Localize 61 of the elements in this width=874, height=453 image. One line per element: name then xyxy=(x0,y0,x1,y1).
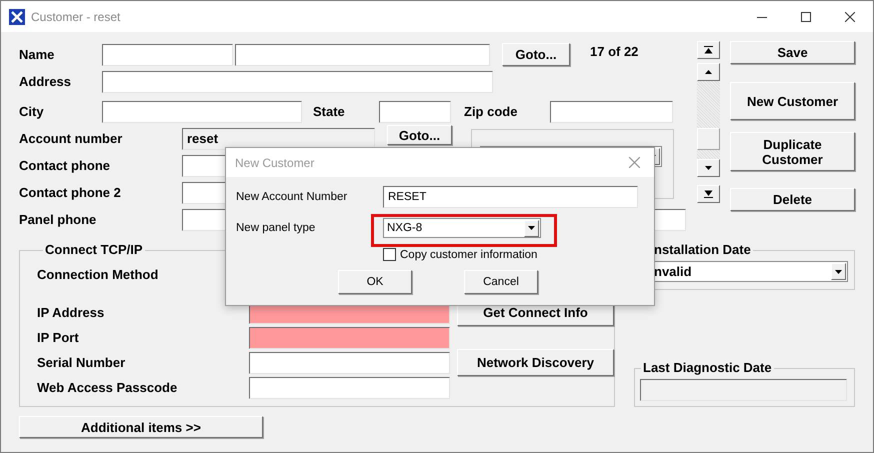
group-title: Connect TCP/IP xyxy=(44,243,144,257)
address-field[interactable] xyxy=(102,70,493,92)
field-label: IP Port xyxy=(37,330,80,345)
state-label: State xyxy=(313,104,346,119)
copy-customer-information-label: Copy customer information xyxy=(400,248,538,260)
action-button[interactable]: Save xyxy=(730,41,855,64)
goto-button[interactable]: Goto... xyxy=(502,43,570,66)
zip-code-label: Zip code xyxy=(464,104,518,119)
connect-button[interactable]: Network Discovery xyxy=(457,349,614,376)
city-field[interactable] xyxy=(102,100,302,122)
app-icon xyxy=(9,8,25,24)
field-label: IP Address xyxy=(37,305,106,320)
city-label: City xyxy=(19,104,45,119)
down-arrow-icon xyxy=(705,166,712,170)
action-button[interactable]: Duplicate Customer xyxy=(730,132,855,171)
previous-record-button[interactable] xyxy=(697,63,720,81)
zip-code-field[interactable] xyxy=(550,100,673,122)
maximize-icon[interactable] xyxy=(801,12,811,22)
first-name-field[interactable] xyxy=(102,44,233,66)
account-number-label: Account number xyxy=(19,131,124,146)
additional-items-button[interactable]: Additional items >> xyxy=(19,416,263,438)
panel-type-dropdown[interactable]: NXG-8 xyxy=(383,218,541,238)
window-title: Customer - reset xyxy=(31,10,120,24)
address-label: Address xyxy=(19,74,72,89)
action-button[interactable]: Delete xyxy=(730,188,855,211)
last-name-field[interactable] xyxy=(235,44,490,66)
field-label: Serial Number xyxy=(37,355,126,370)
panel-phone-label: Panel phone xyxy=(19,212,98,227)
action-button[interactable]: New Customer xyxy=(730,82,855,120)
account-number-field[interactable]: reset xyxy=(182,128,375,150)
contact-phone-2-label: Contact phone 2 xyxy=(19,185,122,200)
bar-up-arrow-icon xyxy=(704,46,713,54)
next-record-button[interactable] xyxy=(697,159,720,177)
dialog-button[interactable]: Cancel xyxy=(464,270,538,294)
connection-field[interactable] xyxy=(249,352,450,374)
close-icon[interactable] xyxy=(845,12,855,22)
copy-checkbox[interactable] xyxy=(383,248,396,261)
scroll-track xyxy=(697,150,720,159)
group-title: Last Diagnostic Date xyxy=(642,361,773,375)
up-arrow-icon xyxy=(705,70,712,74)
dialog-button[interactable]: OK xyxy=(338,270,412,294)
new-account-number-label: New Account Number xyxy=(236,191,348,203)
dialog-title: New Customer xyxy=(235,156,314,170)
bar-down-arrow-icon xyxy=(704,190,713,198)
last-record-button[interactable] xyxy=(697,185,720,203)
dropdown-arrow-icon xyxy=(528,226,535,230)
connection-method-label: Connection Method xyxy=(37,266,160,282)
record-position: 17 of 22 xyxy=(590,44,638,59)
group-title: nstallation Date xyxy=(653,243,752,257)
new-panel-type-label: New panel type xyxy=(236,222,316,234)
contact-phone-label: Contact phone xyxy=(19,158,111,173)
first-record-button[interactable] xyxy=(697,41,720,59)
field-label: Web Access Passcode xyxy=(37,380,178,395)
connection-field[interactable] xyxy=(249,376,450,398)
name-label: Name xyxy=(19,47,56,62)
dropdown-arrow-icon xyxy=(835,270,842,274)
connection-field[interactable] xyxy=(249,326,450,348)
state-field[interactable] xyxy=(379,100,451,122)
scroll-thumb[interactable] xyxy=(697,128,720,150)
goto-button[interactable]: Goto... xyxy=(387,125,452,145)
new-account-number-field[interactable]: RESET xyxy=(383,186,638,208)
